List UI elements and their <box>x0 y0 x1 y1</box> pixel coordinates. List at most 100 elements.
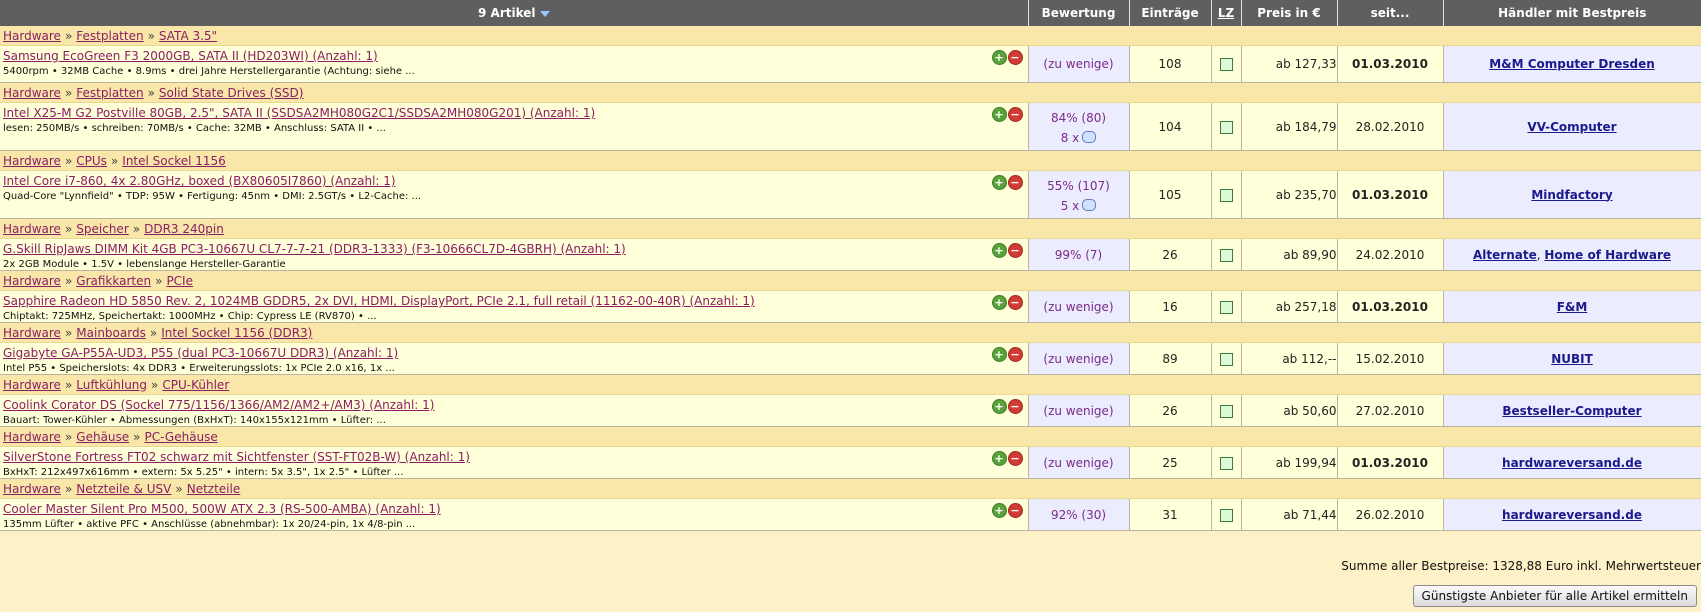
rating-value[interactable]: 99% (7) <box>1055 248 1102 262</box>
crumb-subcategory-link[interactable]: CPUs <box>76 154 107 168</box>
dealer-link[interactable]: Mindfactory <box>1531 188 1612 202</box>
lz-checkbox[interactable] <box>1219 456 1233 470</box>
crumb-category-link[interactable]: Hardware <box>3 326 61 340</box>
crumb-type-link[interactable]: Intel Sockel 1156 <box>122 154 226 168</box>
crumb-type-link[interactable]: Netzteile <box>187 482 241 496</box>
crumb-subcategory-link[interactable]: Festplatten <box>76 86 143 100</box>
plus-icon[interactable]: + <box>991 50 1007 65</box>
articles-header[interactable]: 9 Artikel <box>0 0 1029 26</box>
crumb-subcategory-link[interactable]: Mainboards <box>76 326 146 340</box>
crumb-category-link[interactable]: Hardware <box>3 274 61 288</box>
product-name-link[interactable]: Intel X25-M G2 Postville 80GB, 2.5", SAT… <box>3 106 1027 120</box>
rating-value[interactable]: (zu wenige) <box>1043 300 1113 314</box>
product-name-link[interactable]: Gigabyte GA-P55A-UD3, P55 (dual PC3-1066… <box>3 346 1027 360</box>
plus-icon[interactable]: + <box>991 451 1007 466</box>
dealer-link[interactable]: hardwareversand.de <box>1502 456 1642 470</box>
rating-value[interactable]: (zu wenige) <box>1043 352 1113 366</box>
dealer-link[interactable]: M&M Computer Dresden <box>1489 57 1655 71</box>
product-name-link[interactable]: Intel Core i7-860, 4x 2.80GHz, boxed (BX… <box>3 174 1027 188</box>
minus-icon[interactable]: − <box>1007 451 1023 466</box>
review-count[interactable]: 8 x <box>1029 131 1129 145</box>
breadcrumb: Hardware» CPUs» Intel Sockel 1156 <box>0 150 1701 171</box>
since-date: 01.03.2010 <box>1337 45 1444 83</box>
dealer-link[interactable]: Bestseller-Computer <box>1502 404 1641 418</box>
crumb-category-link[interactable]: Hardware <box>3 154 61 168</box>
product-description: 135mm Lüfter • aktive PFC • Anschlüsse (… <box>3 519 416 530</box>
product-description: Quad-Core "Lynnfield" • TDP: 95W • Ferti… <box>3 191 422 202</box>
plus-icon[interactable]: + <box>991 107 1007 122</box>
minus-icon[interactable]: − <box>1007 295 1023 310</box>
crumb-type-link[interactable]: DDR3 240pin <box>144 222 224 236</box>
lz-checkbox[interactable] <box>1219 58 1233 71</box>
plus-icon[interactable]: + <box>991 295 1007 310</box>
crumb-category-link[interactable]: Hardware <box>3 482 61 496</box>
dealer-link[interactable]: Home of Hardware <box>1544 248 1671 262</box>
crumb-category-link[interactable]: Hardware <box>3 86 61 100</box>
product-name-link[interactable]: SilverStone Fortress FT02 schwarz mit Si… <box>3 450 1027 464</box>
rating-value[interactable]: 55% (107) <box>1029 179 1129 193</box>
lz-checkbox[interactable] <box>1219 404 1233 418</box>
dealer-link[interactable]: VV-Computer <box>1527 120 1616 134</box>
since-header[interactable]: seit... <box>1337 0 1444 26</box>
product-name-link[interactable]: G.Skill RipJaws DIMM Kit 4GB PC3-10667U … <box>3 242 1027 256</box>
crumb-type-link[interactable]: Intel Sockel 1156 (DDR3) <box>161 326 312 340</box>
lz-header[interactable]: LZ <box>1211 0 1242 26</box>
crumb-subcategory-link[interactable]: Speicher <box>76 222 128 236</box>
minus-icon[interactable]: − <box>1007 50 1023 65</box>
plus-icon[interactable]: + <box>991 503 1007 518</box>
dealer-link[interactable]: F&M <box>1557 300 1588 314</box>
crumb-category-link[interactable]: Hardware <box>3 29 61 43</box>
rating-value[interactable]: 92% (30) <box>1051 508 1106 522</box>
lz-checkbox[interactable] <box>1219 300 1233 314</box>
crumb-subcategory-link[interactable]: Grafikkarten <box>76 274 151 288</box>
product-name-link[interactable]: Coolink Corator DS (Sockel 775/1156/1366… <box>3 398 1027 412</box>
dealer-link[interactable]: NUBIT <box>1551 352 1593 366</box>
product-name-link[interactable]: Cooler Master Silent Pro M500, 500W ATX … <box>3 502 1027 516</box>
category-row: Hardware» Netzteile & USV» Netzteile <box>0 478 1701 499</box>
lz-checkbox[interactable] <box>1219 248 1233 262</box>
price-header[interactable]: Preis in € <box>1241 0 1338 26</box>
minus-icon[interactable]: − <box>1007 107 1023 122</box>
rating-header[interactable]: Bewertung <box>1028 0 1130 26</box>
crumb-category-link[interactable]: Hardware <box>3 222 61 236</box>
dealer-link[interactable]: Alternate <box>1473 248 1537 262</box>
plus-icon[interactable]: + <box>991 243 1007 258</box>
breadcrumb-separator: » <box>147 28 155 43</box>
crumb-subcategory-link[interactable]: Gehäuse <box>76 430 129 444</box>
minus-icon[interactable]: − <box>1007 503 1023 518</box>
crumb-subcategory-link[interactable]: Netzteile & USV <box>76 482 171 496</box>
crumb-category-link[interactable]: Hardware <box>3 430 61 444</box>
lz-checkbox[interactable] <box>1219 508 1233 522</box>
crumb-subcategory-link[interactable]: Luftkühlung <box>76 378 147 392</box>
minus-icon[interactable]: − <box>1007 175 1023 190</box>
crumb-subcategory-link[interactable]: Festplatten <box>76 29 143 43</box>
rating-value[interactable]: 84% (80) <box>1029 111 1129 125</box>
plus-icon[interactable]: + <box>991 347 1007 362</box>
crumb-type-link[interactable]: Solid State Drives (SSD) <box>159 86 304 100</box>
plus-icon[interactable]: + <box>991 175 1007 190</box>
rating-value[interactable]: (zu wenige) <box>1043 57 1113 71</box>
product-name-link[interactable]: Samsung EcoGreen F3 2000GB, SATA II (HD2… <box>3 49 1027 63</box>
crumb-type-link[interactable]: PC-Gehäuse <box>145 430 218 444</box>
lz-checkbox[interactable] <box>1219 120 1233 134</box>
review-count[interactable]: 5 x <box>1029 199 1129 213</box>
lz-checkbox[interactable] <box>1219 188 1233 202</box>
rating-value[interactable]: (zu wenige) <box>1043 456 1113 470</box>
rating-value[interactable]: (zu wenige) <box>1043 404 1113 418</box>
crumb-type-link[interactable]: CPU-Kühler <box>162 378 229 392</box>
plus-icon[interactable]: + <box>991 399 1007 414</box>
lz-checkbox[interactable] <box>1219 352 1233 366</box>
find-cheapest-dealers-button[interactable]: Günstigste Anbieter für alle Artikel erm… <box>1412 585 1697 607</box>
dealer-header[interactable]: Händler mit Bestpreis <box>1443 0 1701 26</box>
crumb-type-link[interactable]: PCIe <box>166 274 193 288</box>
entries-header[interactable]: Einträge <box>1129 0 1212 26</box>
sort-down-icon[interactable] <box>539 10 550 17</box>
entries-count: 108 <box>1129 45 1212 83</box>
dealer-link[interactable]: hardwareversand.de <box>1502 508 1642 522</box>
product-name-link[interactable]: Sapphire Radeon HD 5850 Rev. 2, 1024MB G… <box>3 294 1027 308</box>
crumb-type-link[interactable]: SATA 3.5" <box>159 29 217 43</box>
minus-icon[interactable]: − <box>1007 243 1023 258</box>
minus-icon[interactable]: − <box>1007 399 1023 414</box>
minus-icon[interactable]: − <box>1007 347 1023 362</box>
crumb-category-link[interactable]: Hardware <box>3 378 61 392</box>
